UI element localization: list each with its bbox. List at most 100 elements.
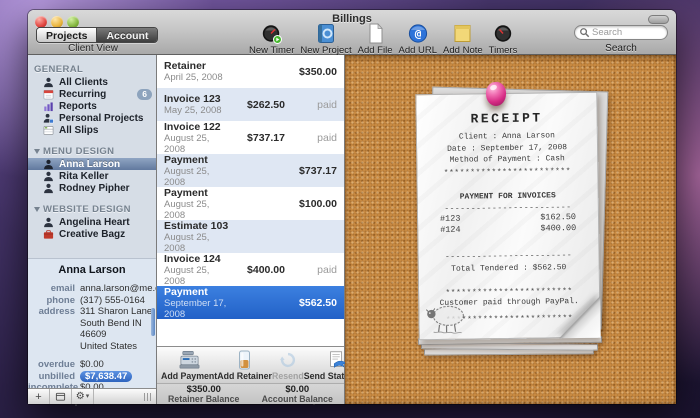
retainer-jar-icon [237, 350, 252, 370]
add-file-button[interactable]: Add File [358, 23, 393, 56]
sidebar-item-reports[interactable]: Reports [28, 100, 156, 112]
group-header-website-design[interactable]: WEBSITE DESIGN [28, 202, 156, 216]
unbilled-label: unbilled [28, 371, 80, 383]
search-field[interactable] [574, 25, 668, 40]
retainer-balance: $350.00 Retainer Balance [157, 384, 251, 404]
cork-board: RECEIPT Client : Anna Larson Date : Sept… [345, 55, 676, 404]
sidebar-scrollbar-thumb[interactable] [151, 308, 155, 336]
email-value: anna.larson@me.com [80, 283, 156, 295]
overdue-value: $0.00 [80, 359, 104, 371]
receipt-divider: ************************ [417, 166, 597, 178]
calendar-icon [43, 89, 54, 100]
chevron-down-icon: ▾ [86, 390, 90, 404]
new-timer-button[interactable]: New Timer [249, 23, 294, 56]
file-icon [367, 23, 384, 44]
search-area: Search [574, 25, 668, 54]
gear-icon: ⚙ [76, 390, 85, 404]
slips-icon [43, 125, 54, 136]
window-header: Billings Projects Account Client View Ne… [28, 10, 676, 55]
overdue-label: overdue [28, 359, 80, 371]
new-project-button[interactable]: New Project [300, 23, 351, 56]
sidebar-item-creative-bagz[interactable]: Creative Bagz [28, 228, 156, 240]
group-header-general: GENERAL [28, 62, 156, 76]
tab-account[interactable]: Account [97, 28, 157, 42]
recurring-count-badge: 6 [137, 89, 152, 100]
phone-label: phone [28, 295, 80, 307]
sidebar-item-rita-keller[interactable]: Rita Keller [28, 170, 156, 182]
address-value: 311 Sharon Lane South Bend IN 46609 Unit… [80, 306, 156, 352]
person-box-icon [43, 113, 54, 124]
unbilled-value-badge: $7,638.47 [80, 371, 132, 383]
disclosure-triangle-icon [34, 207, 40, 212]
receipt-total-line: Total Tendered : $562.50 [419, 261, 599, 275]
sidebar-item-angelina-heart[interactable]: Angelina Heart [28, 216, 156, 228]
list-item-invoice-122[interactable]: Invoice 122August 25, 2008 $737.17 paid [157, 121, 344, 154]
source-list: GENERAL All Clients Recurring 6 Reports [28, 55, 156, 258]
receipt-title: RECEIPT [417, 110, 597, 128]
toolbar-buttons: New Timer New Project Add File @ Add URL [246, 23, 520, 56]
disclosure-triangle-icon [34, 149, 40, 154]
notebook-icon [316, 23, 336, 44]
entries-list: RetainerApril 25, 2008 $350.00 Invoice 1… [157, 55, 344, 346]
balances-bar: $350.00 Retainer Balance $0.00 Account B… [157, 383, 344, 404]
client-name: Anna Larson [28, 264, 156, 276]
page-curl [558, 296, 601, 339]
sidebar-item-all-slips[interactable]: All Slips [28, 124, 156, 136]
archive-box-icon [55, 391, 66, 402]
bar-chart-icon [43, 101, 54, 112]
list-item-retainer[interactable]: RetainerApril 25, 2008 $350.00 [157, 55, 344, 88]
receipt-paper: RECEIPT Client : Anna Larson Date : Sept… [415, 92, 600, 341]
sidebar-item-personal-projects[interactable]: Personal Projects [28, 112, 156, 124]
client-info-panel: Anna Larson email anna.larson@me.com pho… [28, 258, 156, 388]
sidebar-item-all-clients[interactable]: All Clients [28, 76, 156, 88]
list-item-payment-100[interactable]: PaymentAugust 25, 2008 $100.00 [157, 187, 344, 220]
sidebar: GENERAL All Clients Recurring 6 Reports [28, 55, 157, 404]
receipt-method-line: Method of Payment : Cash [417, 153, 597, 167]
cash-register-icon [178, 350, 201, 370]
archive-button[interactable] [50, 389, 72, 404]
list-item-payment-737[interactable]: PaymentAugust 25, 2008 $737.17 [157, 154, 344, 187]
timers-button[interactable]: Timers [489, 23, 518, 56]
sidebar-item-recurring[interactable]: Recurring 6 [28, 88, 156, 100]
receipt-line-item: #124$400.00 [418, 223, 598, 237]
person-icon [43, 183, 54, 194]
search-input[interactable] [590, 26, 663, 39]
add-retainer-button[interactable]: Add Retainer [217, 350, 272, 381]
receipt: RECEIPT Client : Anna Larson Date : Sept… [411, 75, 611, 365]
person-icon [43, 217, 54, 228]
list-item-invoice-124[interactable]: Invoice 124August 25, 2008 $400.00 paid [157, 253, 344, 286]
list-item-estimate-103[interactable]: Estimate 103August 25, 2008 [157, 220, 344, 253]
add-client-button[interactable]: + [28, 389, 50, 404]
resize-grip[interactable] [144, 393, 153, 401]
svg-text:@: @ [414, 28, 421, 41]
search-icon [579, 27, 590, 38]
tab-projects[interactable]: Projects [37, 28, 97, 42]
resend-button[interactable]: Resend [272, 350, 304, 381]
view-mode-label: Client View [28, 43, 158, 54]
group-header-menu-design[interactable]: MENU DESIGN [28, 144, 156, 158]
sidebar-item-rodney-pipher[interactable]: Rodney Pipher [28, 182, 156, 194]
search-label: Search [574, 43, 668, 54]
add-url-button[interactable]: @ Add URL [398, 23, 437, 56]
list-action-bar: Add Payment Add Retainer Resend [157, 346, 344, 383]
timer-icon [261, 23, 283, 44]
person-icon [43, 159, 54, 170]
account-balance: $0.00 Account Balance [251, 384, 345, 404]
view-segmented-control: Projects Account [36, 27, 158, 43]
list-item-payment-562-selected[interactable]: PaymentSeptember 17, 2008 $562.50 [157, 286, 344, 319]
billings-window: Billings Projects Account Client View Ne… [28, 10, 676, 404]
sidebar-bottom-bar: + ⚙ ▾ [28, 388, 156, 404]
receipt-divider: ------------------------ [419, 250, 599, 262]
note-icon [453, 23, 472, 44]
sidebar-item-anna-larson[interactable]: Anna Larson [28, 158, 156, 170]
person-icon [43, 171, 54, 182]
add-note-button[interactable]: Add Note [443, 23, 483, 56]
email-label: email [28, 283, 80, 295]
add-payment-button[interactable]: Add Payment [161, 350, 217, 381]
toolbar-toggle-pill[interactable] [648, 15, 669, 24]
list-item-invoice-123[interactable]: Invoice 123May 25, 2008 $262.50 paid [157, 88, 344, 121]
sheep-doodle [423, 301, 467, 336]
action-gear-button[interactable]: ⚙ ▾ [72, 389, 94, 404]
pushpin-icon [486, 82, 506, 106]
phone-value: (317) 555-0164 [80, 295, 145, 307]
